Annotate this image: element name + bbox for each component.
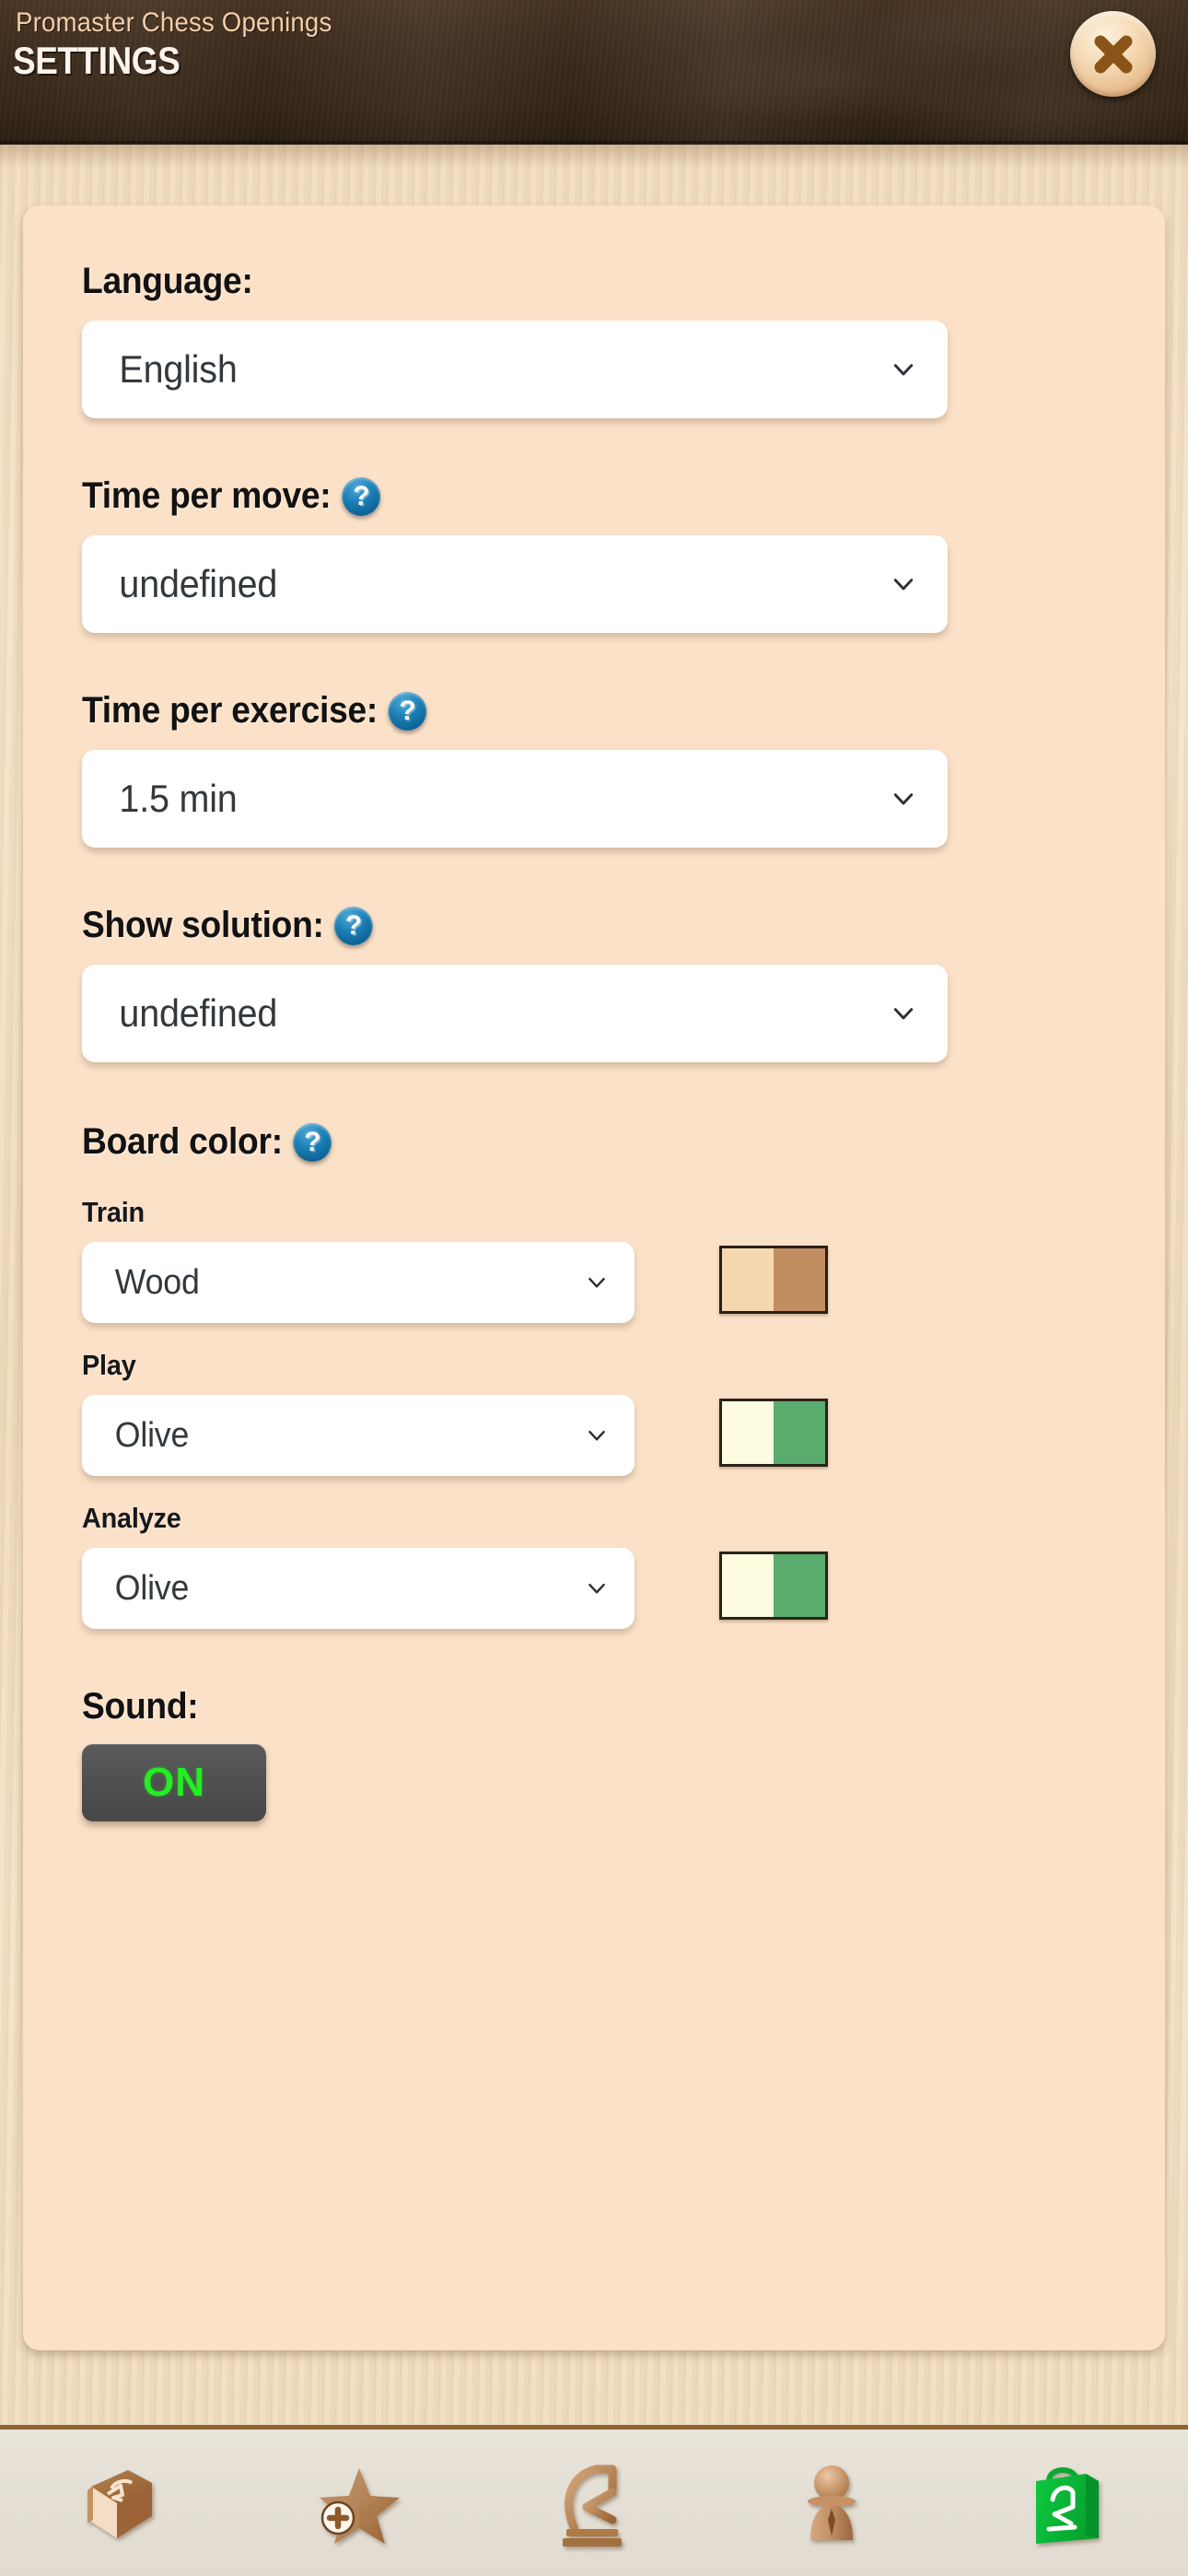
show-solution-label: Show solution: ? (82, 905, 1034, 946)
board-color-row-train: Train Wood (82, 1196, 1106, 1323)
settings-card: Language: English Time per move: ? undef… (23, 205, 1165, 2350)
app-title: Promaster Chess Openings (16, 7, 332, 38)
help-icon[interactable]: ? (334, 906, 374, 945)
chevron-down-icon (893, 579, 914, 591)
swatch-light-square (722, 1401, 774, 1464)
content-area: Language: English Time per move: ? undef… (0, 145, 1188, 2425)
language-select-value: English (119, 347, 238, 391)
app-header: Promaster Chess Openings SETTINGS (0, 0, 1188, 145)
chevron-down-icon (588, 1583, 605, 1594)
shopping-bag-icon (1036, 2466, 1099, 2544)
board-color-play-controls: Olive (82, 1382, 1106, 1476)
board-color-row-play: Play Olive (82, 1349, 1106, 1476)
swatch-dark-square (774, 1401, 825, 1464)
board-color-play-value: Olive (114, 1415, 190, 1455)
chevron-down-icon (588, 1430, 605, 1441)
chevron-down-icon (893, 364, 914, 376)
setting-board-color: Board color: ? Train Wood Play Olive Ana… (82, 1121, 1106, 1629)
board-color-analyze-value: Olive (114, 1568, 190, 1608)
board-color-train-value: Wood (114, 1262, 200, 1302)
help-icon[interactable]: ? (388, 691, 427, 731)
nav-item-pawn[interactable] (776, 2448, 887, 2558)
time-per-exercise-select-value: 1.5 min (119, 777, 238, 820)
board-color-row-analyze: Analyze Olive (82, 1502, 1106, 1629)
star-plus-icon (320, 2467, 400, 2544)
swatch-light-square (722, 1554, 774, 1617)
board-color-play-select[interactable]: Olive (82, 1395, 635, 1476)
board-color-train-select[interactable]: Wood (82, 1242, 635, 1323)
close-button[interactable] (1070, 11, 1156, 97)
board-color-play-swatch (719, 1399, 828, 1467)
language-select[interactable]: English (82, 321, 948, 418)
show-solution-select-value: undefined (119, 991, 278, 1035)
board-color-label-text: Board color: (82, 1121, 283, 1162)
bottom-navigation-bar (0, 2425, 1188, 2576)
language-label-text: Language: (82, 261, 253, 301)
board-color-play-label: Play (82, 1349, 136, 1381)
swatch-light-square (722, 1248, 774, 1311)
time-per-exercise-label: Time per exercise: ? (82, 690, 1034, 732)
chevron-down-icon (893, 1008, 914, 1020)
setting-time-per-exercise: Time per exercise: ? 1.5 min (82, 690, 1106, 848)
time-per-move-label-text: Time per move: (82, 475, 332, 516)
show-solution-select[interactable]: undefined (82, 965, 948, 1062)
chevron-down-icon (588, 1277, 605, 1288)
help-icon[interactable]: ? (293, 1122, 332, 1162)
sound-label: Sound: (82, 1686, 1034, 1727)
setting-show-solution: Show solution: ? undefined (82, 905, 1106, 1062)
time-per-move-label: Time per move: ? (82, 475, 1034, 517)
nav-item-knight[interactable] (539, 2448, 649, 2558)
chevron-down-icon (893, 793, 914, 805)
nav-item-book[interactable] (64, 2448, 174, 2558)
board-color-analyze-swatch (719, 1551, 828, 1620)
board-color-train-swatch (719, 1246, 828, 1314)
knight-icon (563, 2465, 622, 2547)
sound-label-text: Sound: (82, 1686, 199, 1727)
page-title: SETTINGS (13, 39, 181, 82)
setting-sound: Sound: ON (82, 1686, 1106, 1821)
swatch-dark-square (774, 1248, 825, 1311)
setting-time-per-move: Time per move: ? undefined (82, 475, 1106, 633)
pawn-icon (808, 2465, 856, 2540)
app-root: Promaster Chess Openings SETTINGS Langua… (0, 0, 1188, 2576)
time-per-exercise-label-text: Time per exercise: (82, 690, 379, 731)
show-solution-label-text: Show solution: (82, 905, 324, 945)
nav-item-shop[interactable] (1014, 2448, 1124, 2558)
board-color-analyze-label: Analyze (82, 1502, 181, 1534)
swatch-dark-square (774, 1554, 825, 1617)
book-icon (87, 2469, 152, 2538)
board-color-analyze-select[interactable]: Olive (82, 1548, 635, 1629)
time-per-exercise-select[interactable]: 1.5 min (82, 750, 948, 848)
board-color-train-label: Train (82, 1196, 145, 1228)
close-icon (1094, 35, 1132, 73)
language-label: Language: (82, 261, 1034, 302)
setting-language: Language: English (82, 261, 1106, 418)
sound-toggle-button[interactable]: ON (82, 1744, 266, 1821)
help-icon[interactable]: ? (342, 476, 380, 516)
time-per-move-select-value: undefined (119, 562, 278, 605)
board-color-label: Board color: ? (82, 1121, 1034, 1163)
nav-item-favorites-add[interactable] (301, 2448, 412, 2558)
time-per-move-select[interactable]: undefined (82, 535, 948, 633)
board-color-train-controls: Wood (82, 1229, 1106, 1323)
board-color-analyze-controls: Olive (82, 1535, 1106, 1629)
